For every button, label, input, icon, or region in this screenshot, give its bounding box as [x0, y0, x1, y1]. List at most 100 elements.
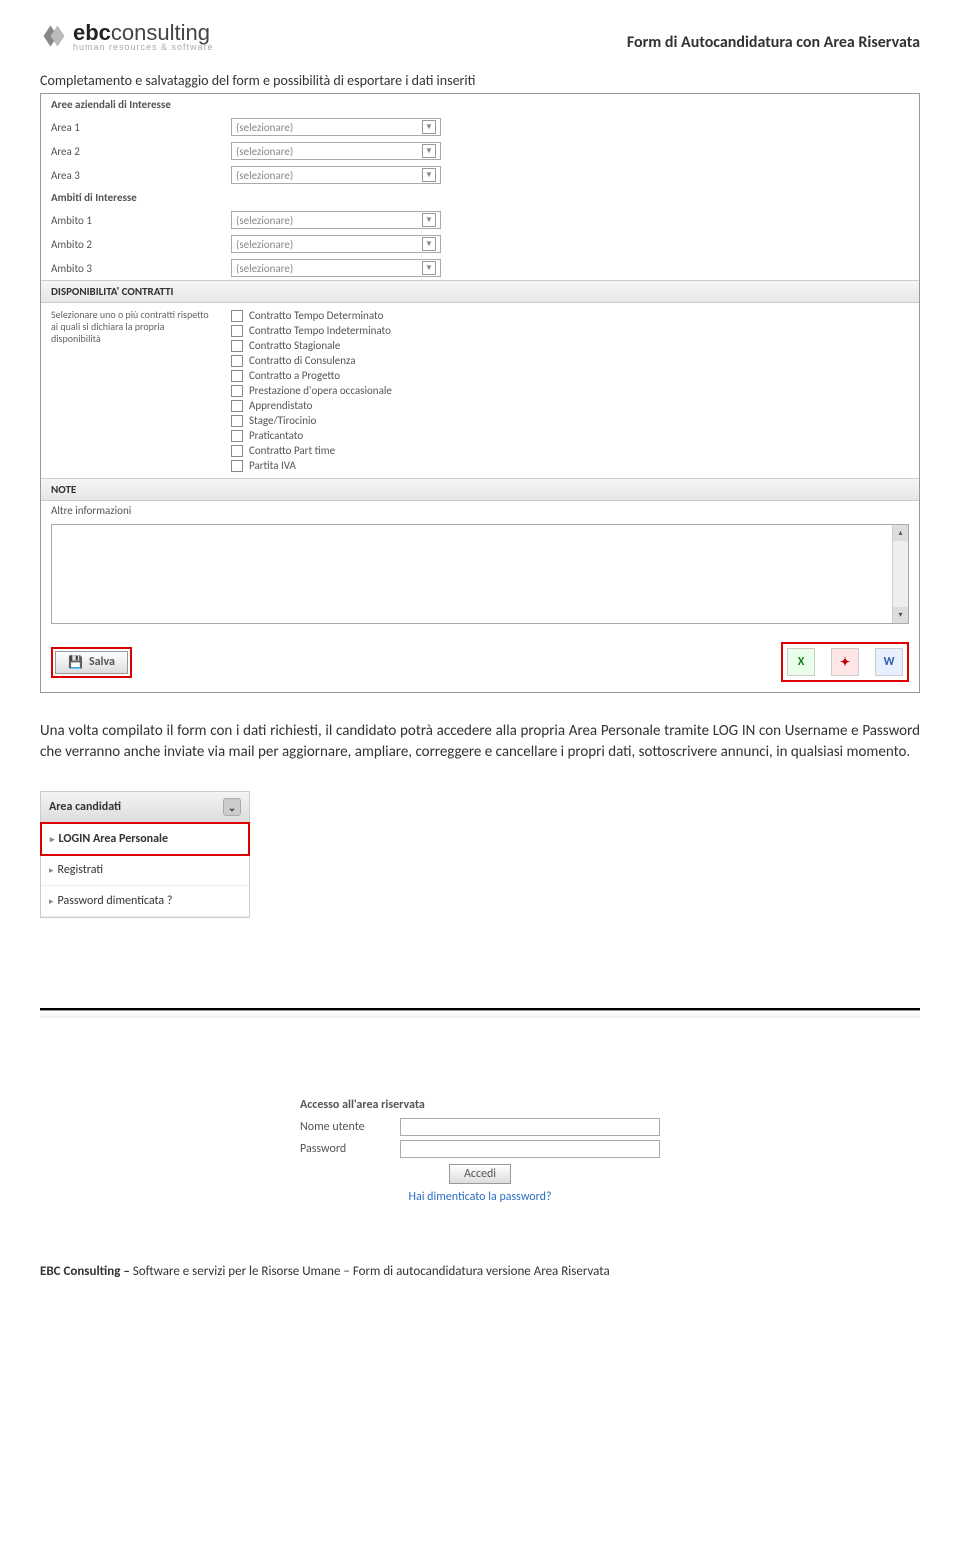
checkbox-icon[interactable]: [231, 370, 243, 382]
contract-option[interactable]: Prestazione d'opera occasionale: [231, 384, 392, 397]
salva-button[interactable]: 💾 Salva: [55, 651, 128, 674]
contract-option[interactable]: Partita IVA: [231, 459, 392, 472]
intro-text: Completamento e salvataggio del form e p…: [40, 72, 920, 89]
select-ambito2[interactable]: (selezionare)▼: [231, 235, 441, 253]
checkbox-icon[interactable]: [231, 325, 243, 337]
select-area2[interactable]: (selezionare)▼: [231, 142, 441, 160]
login-button-label: Accedi: [464, 1167, 496, 1181]
contract-label: Stage/Tirocinio: [249, 414, 316, 427]
logo-subtitle: human resources & software: [73, 42, 214, 52]
export-highlight: X ✦ W: [781, 642, 909, 682]
sidebar-item-label: Registrati: [58, 863, 104, 877]
sidebar-item-label: LOGIN Area Personale: [59, 832, 168, 846]
contract-option[interactable]: Praticantato: [231, 429, 392, 442]
select-area1[interactable]: (selezionare)▼: [231, 118, 441, 136]
select-ambito3[interactable]: (selezionare)▼: [231, 259, 441, 277]
checkbox-icon[interactable]: [231, 385, 243, 397]
sidebar-title: Area candidati: [49, 800, 121, 814]
word-icon[interactable]: W: [875, 648, 903, 676]
divider-shade: [40, 1010, 920, 1018]
section-aree-title: Aree aziendali di Interesse: [41, 94, 919, 115]
collapse-icon[interactable]: ⌄: [223, 798, 241, 816]
sidebar-item-label: Password dimenticata ?: [58, 894, 173, 908]
checkbox-icon[interactable]: [231, 445, 243, 457]
chevron-down-icon: ▼: [422, 120, 436, 134]
sidebar-item-registrati[interactable]: ▸ Registrati: [41, 855, 249, 886]
caret-right-icon: ▸: [50, 834, 55, 845]
contract-option[interactable]: Contratto Stagionale: [231, 339, 392, 352]
salva-label: Salva: [89, 655, 115, 669]
sidebar-item-password[interactable]: ▸ Password dimenticata ?: [41, 886, 249, 917]
contract-option[interactable]: Contratto Part time: [231, 444, 392, 457]
login-screenshot: Accesso all'area riservata Nome utente P…: [300, 1098, 660, 1204]
contract-label: Praticantato: [249, 429, 303, 442]
contract-label: Partita IVA: [249, 459, 296, 472]
page-title: Form di Autocandidatura con Area Riserva…: [627, 33, 920, 52]
checkbox-icon[interactable]: [231, 430, 243, 442]
chevron-down-icon: ▼: [422, 168, 436, 182]
forgot-link[interactable]: Hai dimenticato la password?: [300, 1190, 660, 1204]
contract-label: Contratto Tempo Determinato: [249, 309, 383, 322]
label-ambito2: Ambito 2: [51, 238, 221, 251]
contract-label: Apprendistato: [249, 399, 312, 412]
pdf-icon[interactable]: ✦: [831, 648, 859, 676]
section-contratti-title: DISPONIBILITA' CONTRATTI: [41, 280, 919, 303]
sidebar-item-login[interactable]: ▸ LOGIN Area Personale: [40, 822, 250, 856]
sidebar-screenshot: Area candidati ⌄ ▸ LOGIN Area Personale ▸…: [40, 791, 250, 918]
scrollbar[interactable]: ▴▾: [892, 525, 908, 623]
footer-rest: Software e servizi per le Risorse Umane …: [133, 1264, 610, 1279]
chevron-down-icon: ▼: [422, 144, 436, 158]
caret-right-icon: ▸: [49, 896, 54, 907]
label-note: Altre informazioni: [51, 504, 221, 517]
contract-option[interactable]: Apprendistato: [231, 399, 392, 412]
label-username: Nome utente: [300, 1120, 400, 1134]
caret-right-icon: ▸: [49, 865, 54, 876]
contract-option[interactable]: Contratto Tempo Indeterminato: [231, 324, 392, 337]
sidebar-head: Area candidati ⌄: [41, 792, 249, 823]
label-ambito3: Ambito 3: [51, 262, 221, 275]
label-area3: Area 3: [51, 169, 221, 182]
checkbox-icon[interactable]: [231, 460, 243, 472]
checkbox-icon[interactable]: [231, 400, 243, 412]
section-note-title: NOTE: [41, 478, 919, 501]
contratti-list: Contratto Tempo Determinato Contratto Tem…: [231, 309, 392, 472]
salva-highlight: 💾 Salva: [51, 647, 132, 678]
contract-option[interactable]: Contratto di Consulenza: [231, 354, 392, 367]
excel-icon[interactable]: X: [787, 648, 815, 676]
contract-option[interactable]: Contratto a Progetto: [231, 369, 392, 382]
label-ambito1: Ambito 1: [51, 214, 221, 227]
section-ambiti-title: Ambiti di Interesse: [41, 187, 919, 208]
note-textarea[interactable]: ▴▾: [51, 524, 909, 624]
paragraph-text: Una volta compilato il form con i dati r…: [40, 721, 920, 763]
contract-label: Contratto a Progetto: [249, 369, 340, 382]
footer-text: EBC Consulting – Software e servizi per …: [40, 1264, 920, 1279]
contract-label: Contratto di Consulenza: [249, 354, 356, 367]
select-ambito1[interactable]: (selezionare)▼: [231, 211, 441, 229]
label-password: Password: [300, 1142, 400, 1156]
chevron-down-icon: ▼: [422, 213, 436, 227]
checkbox-icon[interactable]: [231, 355, 243, 367]
username-input[interactable]: [400, 1118, 660, 1136]
chevron-down-icon: ▼: [422, 237, 436, 251]
contract-label: Contratto Stagionale: [249, 339, 340, 352]
contract-option[interactable]: Contratto Tempo Determinato: [231, 309, 392, 322]
chevron-down-icon: ▼: [422, 261, 436, 275]
label-area1: Area 1: [51, 121, 221, 134]
contratti-help: Selezionare uno o più contratti rispetto…: [51, 309, 221, 345]
contract-label: Contratto Tempo Indeterminato: [249, 324, 391, 337]
save-icon: 💾: [68, 655, 83, 670]
checkbox-icon[interactable]: [231, 415, 243, 427]
password-input[interactable]: [400, 1140, 660, 1158]
contract-option[interactable]: Stage/Tirocinio: [231, 414, 392, 427]
contract-label: Prestazione d'opera occasionale: [249, 384, 392, 397]
checkbox-icon[interactable]: [231, 340, 243, 352]
checkbox-icon[interactable]: [231, 310, 243, 322]
login-title: Accesso all'area riservata: [300, 1098, 660, 1112]
select-area3[interactable]: (selezionare)▼: [231, 166, 441, 184]
contract-label: Contratto Part time: [249, 444, 335, 457]
footer-bold: EBC Consulting –: [40, 1264, 133, 1279]
logo: ebcconsulting human resources & software: [40, 20, 214, 52]
login-button[interactable]: Accedi: [449, 1164, 511, 1184]
page-header: ebcconsulting human resources & software…: [40, 20, 920, 52]
form-screenshot: Aree aziendali di Interesse Area 1 (selez…: [40, 93, 920, 693]
